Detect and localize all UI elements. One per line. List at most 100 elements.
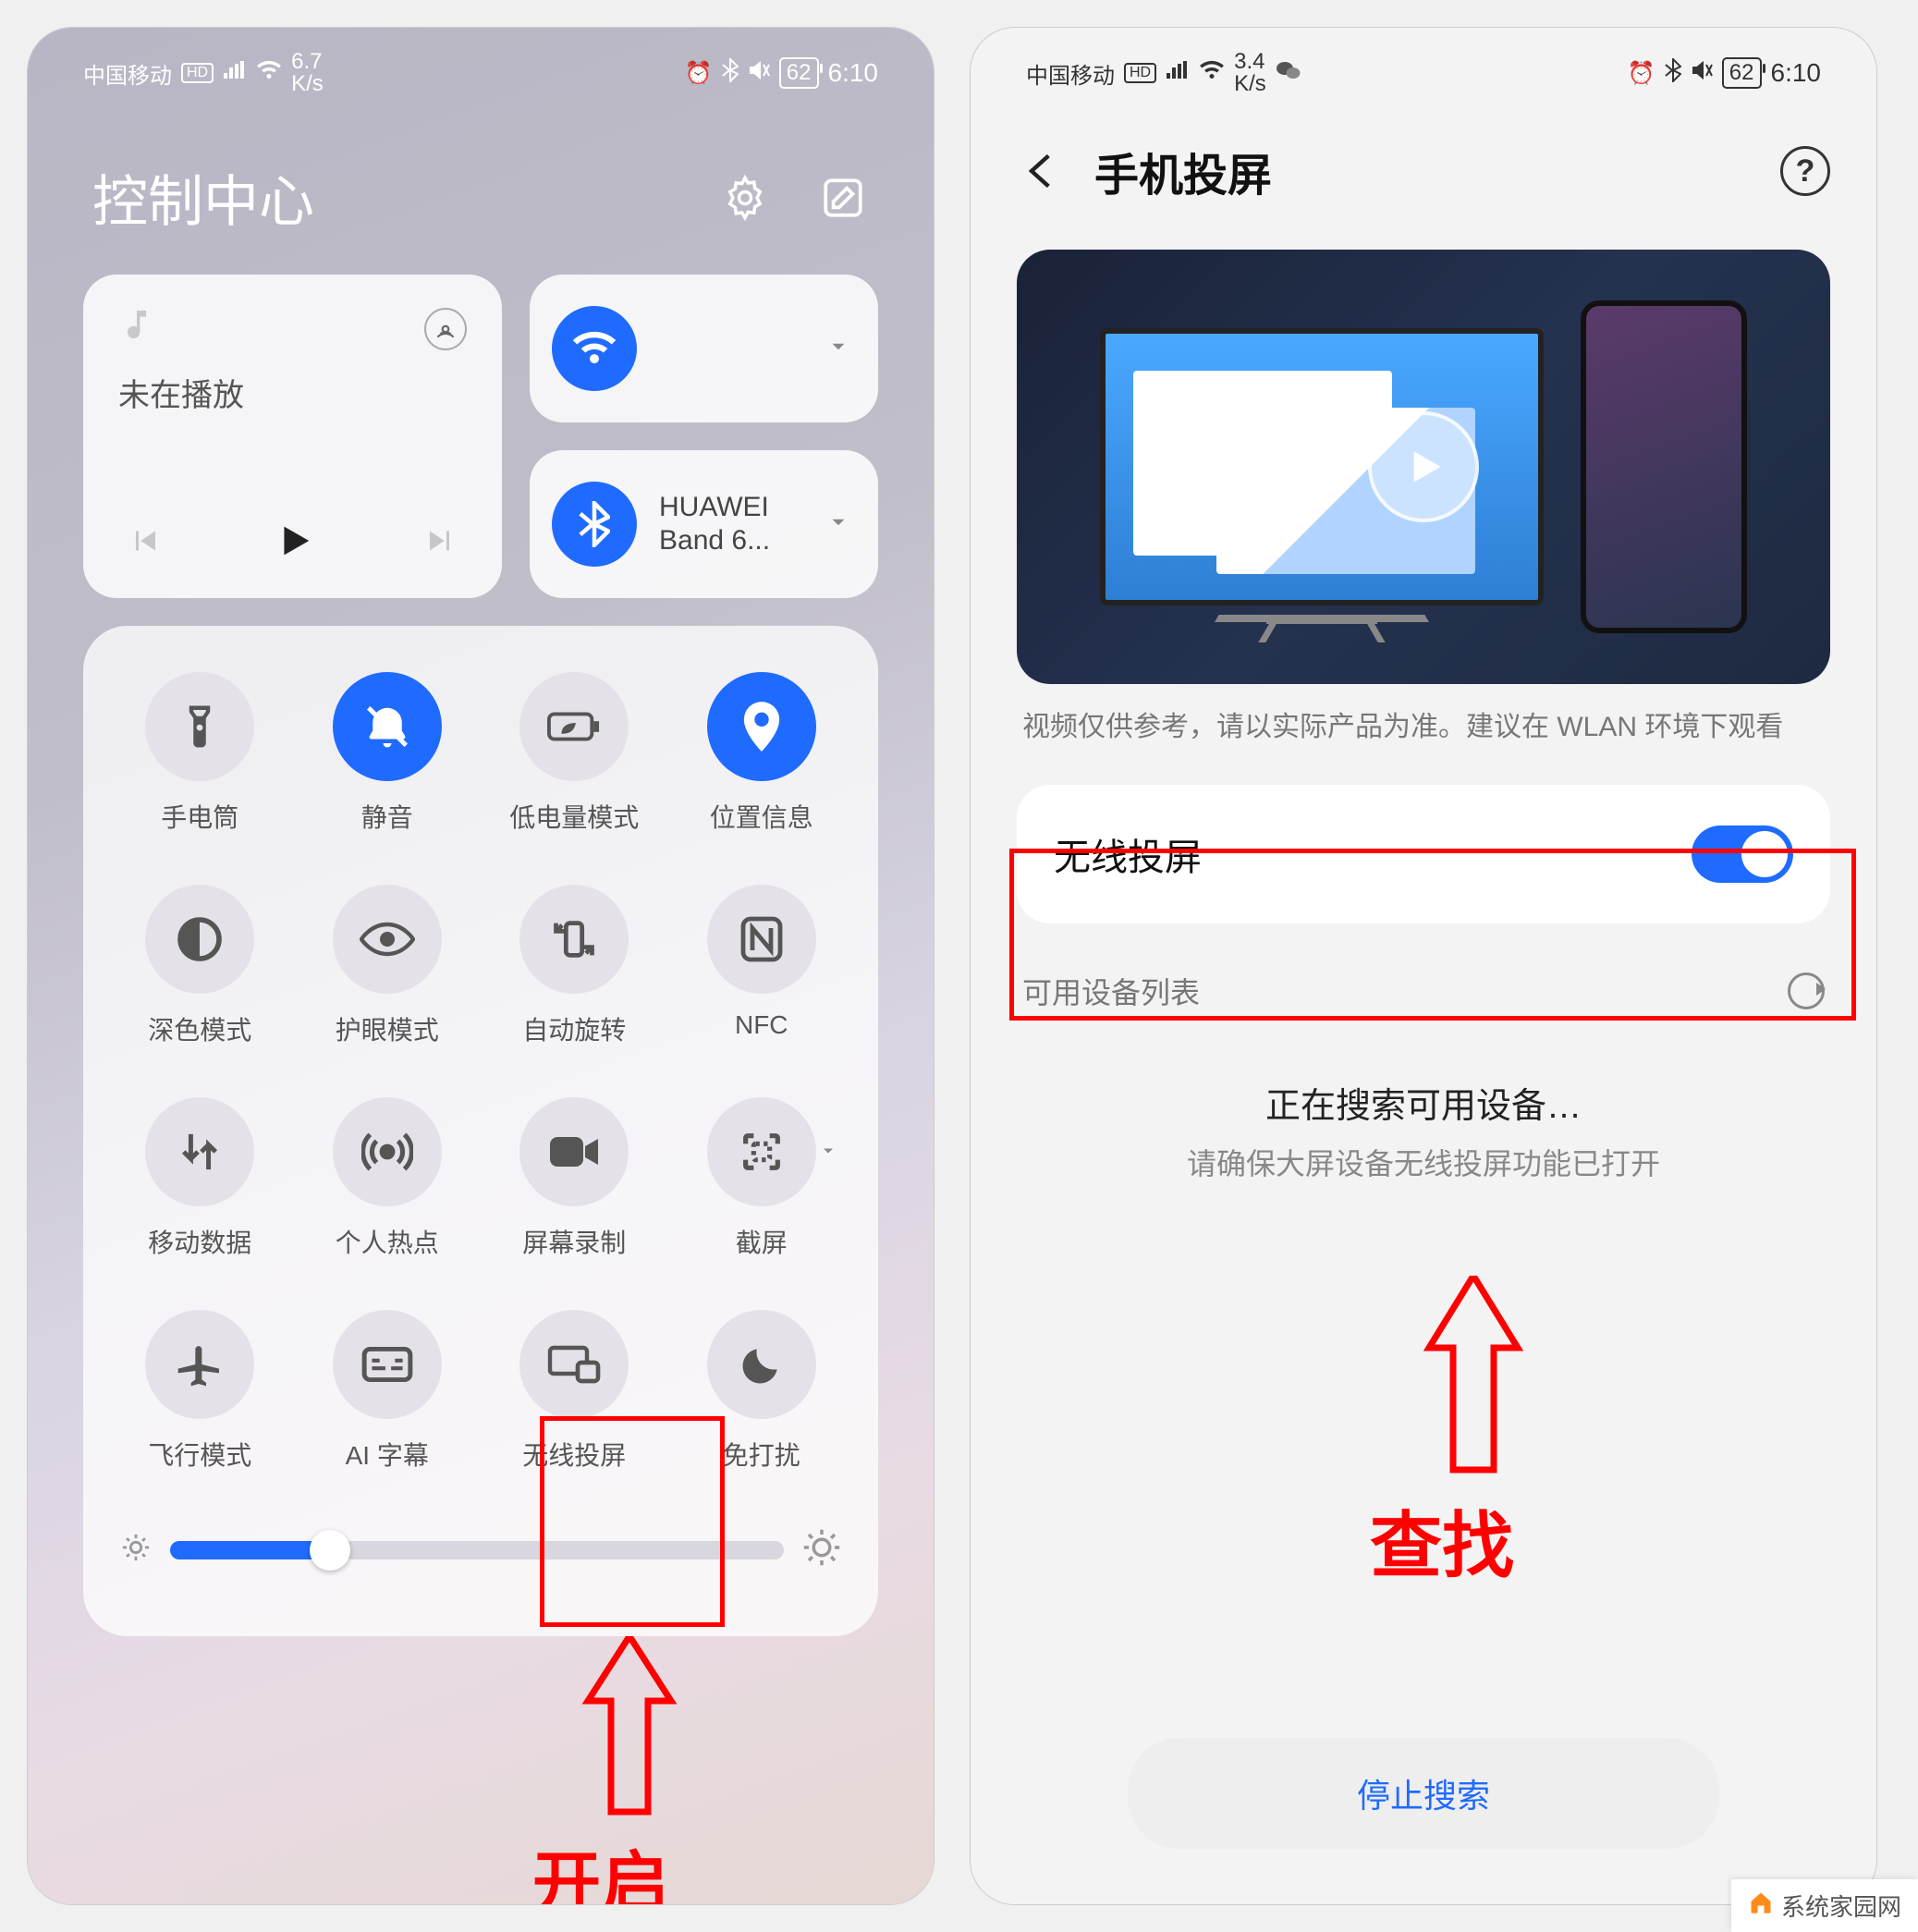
tile-label: 截屏	[736, 1223, 788, 1260]
chevron-down-icon[interactable]	[826, 335, 850, 363]
mute-icon	[748, 59, 770, 88]
page-header: 手机投屏 ?	[971, 102, 1876, 231]
tile-airplane[interactable]: 飞行模式	[111, 1310, 289, 1473]
location-icon	[707, 672, 816, 781]
battery-leaf-icon	[519, 672, 629, 781]
wireless-cast-switch[interactable]	[1692, 825, 1793, 883]
tile-mute[interactable]: 静音	[299, 672, 477, 835]
tile-mobiledata[interactable]: 移动数据	[111, 1097, 289, 1260]
tile-location[interactable]: 位置信息	[673, 672, 851, 835]
prev-track-icon[interactable]	[128, 524, 161, 562]
wifi-icon	[256, 60, 282, 87]
tile-darkmode[interactable]: 深色模式	[111, 885, 289, 1047]
wifi-icon	[1199, 60, 1225, 87]
tile-screenshot[interactable]: 截屏	[673, 1097, 851, 1260]
bluetooth-tile[interactable]: HUAWEI Band 6...	[530, 450, 878, 598]
searching-subtitle: 请确保大屏设备无线投屏功能已打开	[971, 1141, 1876, 1183]
mute-icon	[333, 672, 442, 781]
brightness-high-icon	[802, 1528, 841, 1571]
data-icon	[145, 1097, 254, 1206]
nfc-icon	[707, 885, 816, 994]
tile-label: 个人热点	[336, 1223, 439, 1260]
house-icon	[1748, 1889, 1774, 1923]
searching-title: 正在搜索可用设备…	[971, 1077, 1876, 1128]
phone-illustration	[1581, 300, 1747, 633]
signal-icon	[223, 60, 247, 87]
alarm-icon: ⏰	[1628, 60, 1655, 87]
chevron-down-icon[interactable]	[819, 1142, 837, 1166]
watermark-text: 系统家园网	[1781, 1889, 1901, 1923]
back-button[interactable]	[1017, 146, 1067, 196]
music-icon	[118, 306, 155, 351]
tile-label: 手电筒	[161, 798, 238, 835]
brightness-thumb[interactable]	[310, 1530, 350, 1571]
control-center-title: 控制中心	[92, 157, 314, 238]
cast-icon	[519, 1310, 629, 1419]
media-card[interactable]: 未在播放	[83, 275, 502, 598]
annotation-label: 开启	[532, 1828, 669, 1904]
audio-output-icon[interactable]	[424, 308, 467, 350]
brightness-slider[interactable]	[111, 1528, 850, 1571]
status-left: 中国移动 HD 3.4K/s	[1026, 51, 1301, 95]
moon-icon	[707, 1310, 816, 1419]
rotate-icon	[519, 885, 629, 994]
tutorial-video[interactable]	[1017, 250, 1830, 684]
play-icon[interactable]	[272, 520, 314, 567]
tile-aicaption[interactable]: AI 字幕	[299, 1310, 477, 1473]
clock: 6:10	[1771, 58, 1822, 88]
caption-icon	[333, 1310, 442, 1419]
signal-icon	[1166, 60, 1190, 87]
tile-dnd[interactable]: 免打扰	[673, 1310, 851, 1473]
status-left: 中国移动 HD 6.7K/s	[83, 51, 324, 95]
battery-icon: 62	[1722, 57, 1762, 89]
carrier-label: 中国移动	[1026, 57, 1115, 90]
tile-nfc[interactable]: NFC	[673, 885, 851, 1047]
mute-icon	[1691, 59, 1713, 88]
status-bar: 中国移动 HD 3.4K/s ⏰	[971, 28, 1876, 102]
tile-hotspot[interactable]: 个人热点	[299, 1097, 477, 1260]
tile-label: 飞行模式	[148, 1436, 251, 1473]
wireless-cast-toggle-row[interactable]: 无线投屏	[1017, 785, 1830, 923]
tile-label: 低电量模式	[509, 798, 639, 835]
tile-label: 静音	[361, 798, 413, 835]
help-button[interactable]: ?	[1780, 146, 1830, 196]
watermark: 系统家园网	[1731, 1879, 1918, 1932]
wifi-tile[interactable]	[530, 275, 878, 422]
tile-screenrec[interactable]: 屏幕录制	[485, 1097, 664, 1260]
hd-icon: HD	[181, 63, 214, 83]
bluetooth-tile-icon	[552, 482, 637, 567]
refresh-icon[interactable]	[1788, 972, 1825, 1009]
brightness-low-icon	[120, 1532, 152, 1568]
net-speed: 6.7K/s	[291, 51, 324, 95]
hd-icon: HD	[1124, 63, 1156, 83]
next-track-icon[interactable]	[424, 524, 458, 562]
status-right: ⏰ 62 6:10	[685, 57, 878, 89]
bluetooth-icon	[722, 58, 739, 89]
stop-search-button[interactable]: 停止搜索	[1128, 1738, 1719, 1849]
flashlight-icon	[145, 672, 254, 781]
tile-eyecare[interactable]: 护眼模式	[299, 885, 477, 1047]
searching-block: 正在搜索可用设备… 请确保大屏设备无线投屏功能已打开	[971, 1077, 1876, 1183]
chevron-down-icon[interactable]	[826, 510, 850, 539]
tile-label: 深色模式	[148, 1010, 251, 1047]
alarm-icon: ⏰	[685, 60, 713, 87]
tile-label: 屏幕录制	[522, 1223, 626, 1260]
tile-label: 移动数据	[148, 1223, 251, 1260]
tile-label: 免打扰	[723, 1436, 800, 1473]
edit-icon[interactable]	[817, 172, 869, 224]
carrier-label: 中国移动	[83, 57, 172, 90]
tile-lowpower[interactable]: 低电量模式	[485, 672, 664, 835]
record-icon	[519, 1097, 629, 1206]
tile-flashlight[interactable]: 手电筒	[111, 672, 289, 835]
switch-knob	[1741, 831, 1788, 877]
tile-wirelesscast[interactable]: 无线投屏	[485, 1310, 664, 1473]
brightness-track[interactable]	[170, 1541, 784, 1559]
settings-icon[interactable]	[719, 172, 771, 224]
hotspot-icon	[333, 1097, 442, 1206]
status-right: ⏰ 62 6:10	[1628, 57, 1821, 89]
eye-icon	[333, 885, 442, 994]
play-icon[interactable]	[1368, 411, 1479, 522]
annotation-arrow-icon	[579, 1636, 680, 1826]
tile-label: 护眼模式	[336, 1010, 439, 1047]
tile-autorotate[interactable]: 自动旋转	[485, 885, 664, 1047]
